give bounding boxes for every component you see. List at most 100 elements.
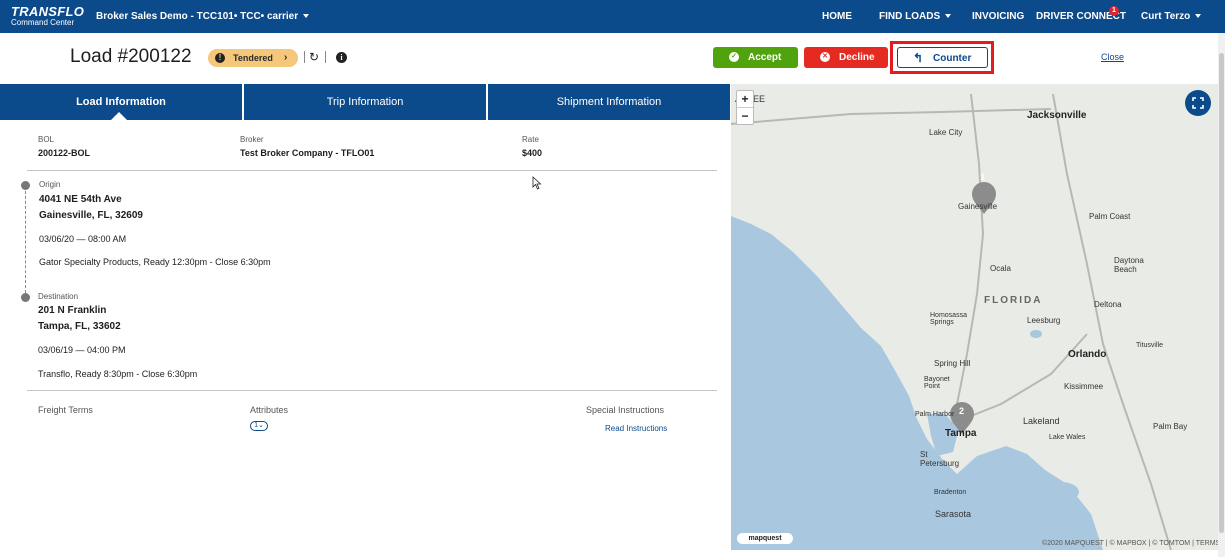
- stop-timeline: [25, 186, 26, 298]
- map-label-lake-wales: Lake Wales: [1049, 434, 1086, 441]
- map-label-sarasota: Sarasota: [935, 509, 972, 519]
- chevron-down-icon: [303, 14, 310, 19]
- check-icon: ✓: [729, 52, 739, 62]
- lake: [1043, 482, 1079, 502]
- attributes-count: 1: [254, 422, 259, 429]
- account-name: Broker Sales Demo - TCC101• TCC• carrier: [96, 11, 299, 22]
- nav-invoicing[interactable]: INVOICING: [972, 11, 1024, 22]
- map-label-bayonet: Bayonet Point: [924, 376, 950, 390]
- attributes-count-badge[interactable]: 1⌄: [250, 421, 268, 431]
- bol-value: 200122-BOL: [38, 148, 91, 158]
- account-selector[interactable]: Broker Sales Demo - TCC101• TCC• carrier: [96, 11, 310, 22]
- divider: [325, 51, 326, 63]
- destination-label: Destination: [38, 292, 79, 301]
- top-nav: TRANSFLO Command Center Broker Sales Dem…: [0, 0, 1225, 33]
- user-name: Curt Terzo: [1141, 11, 1191, 22]
- route-map[interactable]: 1 2 ASSEE Lake City Jacksonville Gainesv…: [731, 84, 1218, 550]
- map-label-kissimmee: Kissimmee: [1064, 382, 1104, 391]
- map-label-gainesville: Gainesville: [958, 202, 998, 211]
- map-label-orlando: Orlando: [1068, 349, 1107, 360]
- counter-label: Counter: [933, 53, 972, 64]
- destination-datetime: 03/06/19 — 04:00 PM: [38, 345, 126, 355]
- read-instructions-link[interactable]: Read Instructions: [605, 424, 667, 433]
- zoom-control: + −: [736, 90, 754, 125]
- rate-value: $400: [522, 148, 543, 158]
- zoom-in-button[interactable]: +: [737, 91, 753, 108]
- close-icon: ✕: [820, 52, 830, 62]
- rate-label: Rate: [522, 135, 539, 144]
- active-tab-indicator: [111, 112, 127, 120]
- map-label-tampa: Tampa: [945, 428, 977, 439]
- divider: [304, 51, 305, 63]
- chevron-right-icon: ›: [284, 52, 288, 63]
- decline-button[interactable]: ✕ Decline: [804, 47, 888, 68]
- map-label-state: FLORIDA: [984, 295, 1043, 306]
- freight-terms-label: Freight Terms: [38, 405, 93, 415]
- map-label-titusville: Titusville: [1136, 342, 1163, 349]
- user-menu[interactable]: Curt Terzo: [1141, 11, 1202, 22]
- status-badge[interactable]: ! Tendered ›: [208, 49, 298, 67]
- mouse-cursor-icon: [532, 176, 542, 190]
- destination-street: 201 N Franklin: [38, 305, 107, 316]
- divider: [27, 390, 717, 391]
- mapquest-logo: mapquest: [737, 533, 793, 544]
- nav-find-loads-label: FIND LOADS: [879, 11, 941, 22]
- divider: [27, 170, 717, 171]
- origin-datetime: 03/06/20 — 08:00 AM: [39, 234, 127, 244]
- fullscreen-button[interactable]: [1185, 90, 1211, 116]
- status-label: Tendered: [233, 53, 273, 63]
- attributes-label: Attributes: [250, 405, 289, 415]
- destination-city: Tampa, FL, 33602: [38, 321, 121, 332]
- refresh-icon[interactable]: ↻: [309, 50, 319, 64]
- exclamation-icon: !: [215, 53, 225, 63]
- destination-note: Transflo, Ready 8:30pm - Close 6:30pm: [38, 369, 198, 379]
- pin-2-label[interactable]: 2: [959, 406, 964, 416]
- info-icon[interactable]: i: [336, 52, 347, 63]
- scrollbar-thumb[interactable]: [1219, 53, 1224, 533]
- chevron-down-icon: [945, 14, 952, 19]
- map-label-palm-bay: Palm Bay: [1153, 422, 1188, 431]
- map-label-deltona: Deltona: [1094, 300, 1122, 309]
- notification-badge: 1: [1109, 6, 1119, 16]
- map-label-st-petersburg: St Petersburg: [920, 450, 960, 468]
- decline-label: Decline: [839, 52, 875, 63]
- map-label-palm-harbor: Palm Harbor: [915, 411, 955, 418]
- destination-marker: [21, 293, 30, 302]
- close-link[interactable]: Close: [1101, 52, 1124, 62]
- tab-trip-information[interactable]: Trip Information: [244, 84, 486, 120]
- broker-value: Test Broker Company - TFLO01: [240, 148, 375, 158]
- map-label-palm-coast: Palm Coast: [1089, 212, 1131, 221]
- nav-find-loads[interactable]: FIND LOADS: [879, 11, 952, 22]
- map-label-ocala: Ocala: [990, 264, 1011, 273]
- map-attribution[interactable]: ©2020 MAPQUEST | © MAPBOX | © TOMTOM | T…: [1042, 540, 1220, 547]
- map-label-spring-hill: Spring Hill: [934, 359, 971, 368]
- map-label-lakeland: Lakeland: [1023, 416, 1060, 426]
- tab-shipment-information[interactable]: Shipment Information: [488, 84, 730, 120]
- special-instructions-label: Special Instructions: [586, 405, 665, 415]
- map-label-daytona: Daytona Beach: [1114, 256, 1144, 274]
- map-label-bradenton: Bradenton: [934, 489, 967, 496]
- map-label-leesburg: Leesburg: [1027, 316, 1061, 325]
- page-scrollbar[interactable]: [1218, 33, 1225, 557]
- transflo-logo[interactable]: TRANSFLO Command Center: [11, 5, 84, 27]
- counter-button[interactable]: ↰ Counter: [897, 47, 988, 68]
- expand-icon: [1192, 97, 1204, 109]
- map-canvas: [731, 84, 1218, 550]
- accept-label: Accept: [748, 52, 782, 63]
- accept-button[interactable]: ✓ Accept: [713, 47, 798, 68]
- pin-1-label[interactable]: 1: [980, 172, 985, 182]
- origin-label: Origin: [39, 180, 61, 189]
- lake: [1030, 330, 1042, 338]
- bol-label: BOL: [38, 135, 55, 144]
- nav-home[interactable]: HOME: [822, 11, 852, 22]
- origin-city: Gainesville, FL, 32609: [39, 210, 143, 221]
- origin-street: 4041 NE 54th Ave: [39, 194, 122, 205]
- origin-note: Gator Specialty Products, Ready 12:30pm …: [39, 257, 271, 267]
- broker-label: Broker: [240, 135, 264, 144]
- brand-subtitle: Command Center: [11, 18, 75, 27]
- map-label-lake-city: Lake City: [929, 128, 963, 137]
- zoom-out-button[interactable]: −: [737, 108, 753, 125]
- brand-name: TRANSFLO: [11, 4, 85, 19]
- reply-arrow-icon: ↰: [913, 51, 924, 65]
- origin-marker: [21, 181, 30, 190]
